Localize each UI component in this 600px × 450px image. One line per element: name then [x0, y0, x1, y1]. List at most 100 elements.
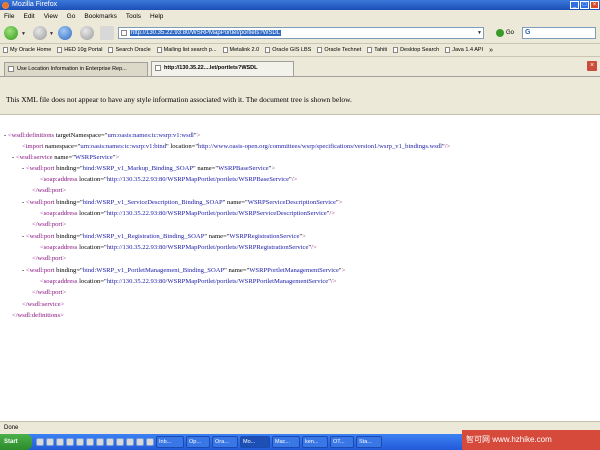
back-history-icon[interactable]: ▼: [21, 31, 26, 37]
xml-port-line: - <wsdl:port binding="bind:WSRP_v1_Marku…: [22, 165, 276, 172]
quicklaunch-icon[interactable]: [106, 438, 114, 446]
bookmarks-overflow-icon[interactable]: »: [489, 47, 493, 54]
bookmark-icon: [156, 47, 162, 53]
xml-service-line: - <wsdl:service name="WSRPService">: [12, 154, 120, 161]
xml-port-close: </wsdl:port>: [32, 187, 67, 194]
url-dropdown-icon[interactable]: ▼: [477, 28, 482, 38]
url-text[interactable]: http://130.35.22.93:80/WSRPMapPortlet/po…: [130, 30, 282, 36]
taskbar-button[interactable]: Sta...: [356, 436, 382, 448]
bookmark-item[interactable]: Metalink 2.0: [222, 47, 259, 53]
forward-icon[interactable]: [33, 26, 47, 40]
quicklaunch-icon[interactable]: [36, 438, 44, 446]
window-title: Mozilla Firefox: [12, 1, 58, 8]
tab-label: http://130.35.22....let/portlets?WSDL: [164, 65, 258, 71]
navigation-toolbar: ▼ ▼ http://130.35.22.93:80/WSRPMapPortle…: [0, 22, 600, 44]
quicklaunch-icon[interactable]: [96, 438, 104, 446]
go-button[interactable]: Go: [496, 27, 514, 39]
bookmark-item[interactable]: Desktop Search: [393, 47, 439, 53]
maximize-icon[interactable]: □: [580, 1, 589, 9]
menu-bar: File Edit View Go Bookmarks Tools Help: [0, 10, 600, 22]
xml-soap-address-line: <soap:address location="http://130.35.22…: [40, 176, 298, 183]
bookmark-item[interactable]: Tahiti: [367, 47, 387, 53]
bookmark-item[interactable]: HED 10g Portal: [57, 47, 102, 53]
tab-wsdl[interactable]: http://130.35.22....let/portlets?WSDL: [151, 61, 294, 76]
quicklaunch-icon[interactable]: [126, 438, 134, 446]
close-tab-icon[interactable]: ×: [587, 61, 597, 71]
quicklaunch-icon[interactable]: [116, 438, 124, 446]
taskbar-button[interactable]: OT...: [330, 436, 354, 448]
bookmark-item[interactable]: Mailing list search p...: [156, 47, 217, 53]
go-label: Go: [506, 30, 515, 36]
bookmarks-toolbar: My Oracle Home HED 10g Portal Search Ora…: [0, 44, 600, 57]
xml-info-message: This XML file does not appear to have an…: [6, 95, 352, 104]
xml-port-close: </wsdl:port>: [32, 289, 67, 296]
start-button[interactable]: Start: [0, 434, 32, 450]
menu-bookmarks[interactable]: Bookmarks: [84, 13, 117, 20]
xml-definitions-line: - <wsdl:definitions targetNamespace="urn…: [4, 132, 201, 139]
xml-definitions-close: </wsdl:definitions>: [12, 312, 64, 319]
xml-port-line: - <wsdl:port binding="bind:WSRP_v1_Regis…: [22, 233, 306, 240]
bookmark-icon: [222, 47, 228, 53]
menu-file[interactable]: File: [4, 13, 14, 20]
bookmark-item[interactable]: Java 1.4 API: [445, 47, 483, 53]
quicklaunch-icon[interactable]: [146, 438, 154, 446]
status-text: Done: [4, 425, 19, 431]
watermark-banner: 智可网 www.hzhike.com: [462, 430, 600, 450]
window-titlebar[interactable]: Mozilla Firefox _ □ ×: [0, 0, 600, 10]
google-icon: G: [525, 29, 531, 36]
tab-page-icon: [8, 66, 14, 72]
go-icon: [496, 29, 504, 37]
forward-history-icon[interactable]: ▼: [49, 31, 54, 37]
menu-tools[interactable]: Tools: [126, 13, 141, 20]
menu-edit[interactable]: Edit: [23, 13, 34, 20]
quicklaunch-icon[interactable]: [66, 438, 74, 446]
xml-info-bar: This XML file does not appear to have an…: [0, 77, 600, 115]
xml-service-close: </wsdl:service>: [22, 301, 65, 308]
bookmark-icon: [393, 47, 399, 53]
reload-icon[interactable]: [58, 26, 72, 40]
home-icon[interactable]: [100, 26, 114, 40]
bookmark-item[interactable]: My Oracle Home: [3, 47, 51, 53]
bookmark-icon: [3, 47, 8, 53]
quicklaunch-icon[interactable]: [76, 438, 84, 446]
taskbar-button[interactable]: Inb...: [156, 436, 184, 448]
stop-icon[interactable]: [80, 26, 94, 40]
bookmark-icon: [57, 47, 63, 53]
tab-bar: Use Location Information in Enterprise R…: [0, 57, 600, 77]
quick-launch: [36, 438, 154, 446]
window-controls: _ □ ×: [570, 1, 599, 9]
tab-location-info[interactable]: Use Location Information in Enterprise R…: [4, 62, 148, 76]
start-label: Start: [4, 439, 18, 445]
taskbar-button[interactable]: Ora...: [212, 436, 238, 448]
menu-view[interactable]: View: [44, 13, 58, 20]
xml-port-close: </wsdl:port>: [32, 221, 67, 228]
bookmark-item[interactable]: Oracle GIS LBS: [265, 47, 311, 53]
bookmark-item[interactable]: Oracle Technet: [317, 47, 361, 53]
tab-label: Use Location Information in Enterprise R…: [17, 66, 127, 72]
taskbar-button[interactable]: Op...: [186, 436, 210, 448]
taskbar-button[interactable]: Mac...: [272, 436, 300, 448]
quicklaunch-icon[interactable]: [136, 438, 144, 446]
quicklaunch-icon[interactable]: [86, 438, 94, 446]
menu-go[interactable]: Go: [67, 13, 76, 20]
taskbar-button[interactable]: ken...: [302, 436, 328, 448]
close-icon[interactable]: ×: [590, 1, 599, 9]
xml-soap-address-line: <soap:address location="http://130.35.22…: [40, 210, 335, 217]
firefox-icon: [2, 2, 9, 9]
page-icon: [121, 30, 127, 36]
tab-page-icon: [155, 65, 161, 71]
xml-port-line: - <wsdl:port binding="bind:WSRP_v1_Servi…: [22, 199, 343, 206]
minimize-icon[interactable]: _: [570, 1, 579, 9]
quicklaunch-icon[interactable]: [46, 438, 54, 446]
xml-port-close: </wsdl:port>: [32, 255, 67, 262]
bookmark-icon: [445, 47, 451, 53]
bookmark-item[interactable]: Search Oracle: [108, 47, 151, 53]
url-bar[interactable]: http://130.35.22.93:80/WSRPMapPortlet/po…: [118, 27, 484, 39]
taskbar-button[interactable]: Mo...: [240, 436, 270, 448]
xml-import-line: <import namespace="urn:oasis:names:tc:ws…: [22, 143, 451, 150]
menu-help[interactable]: Help: [150, 13, 163, 20]
bookmark-icon: [367, 47, 373, 53]
back-icon[interactable]: [4, 26, 18, 40]
search-input[interactable]: G: [522, 27, 596, 39]
quicklaunch-icon[interactable]: [56, 438, 64, 446]
